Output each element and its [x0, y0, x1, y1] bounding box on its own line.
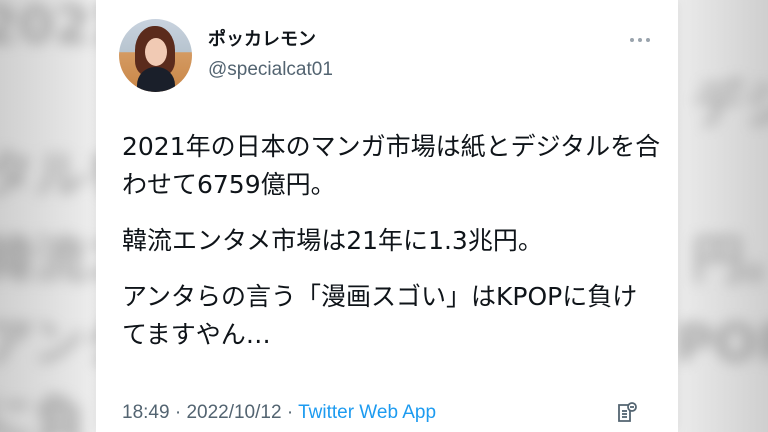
- more-horizontal-icon[interactable]: [628, 34, 652, 46]
- more-dot: [638, 38, 642, 42]
- tweet-text: 2021年の日本のマンガ市場は紙とデジタルを合わせて6759億円。 韓流エンタメ…: [122, 128, 662, 372]
- bg-text-right-3: 円。: [691, 231, 768, 291]
- tweet-paragraph-3: アンタらの言う「漫画スゴい」はKPOPに負けてますやん…: [122, 282, 638, 349]
- tweet-source-link[interactable]: Twitter Web App: [298, 402, 436, 423]
- more-dot: [646, 38, 650, 42]
- tweet-time[interactable]: 18:49: [122, 402, 170, 423]
- avatar[interactable]: [119, 19, 192, 92]
- analytics-icon[interactable]: [615, 401, 639, 425]
- tweet-meta: 18:49 · 2022/10/12 · Twitter Web App: [122, 401, 436, 425]
- user-handle[interactable]: @specialcat01: [208, 60, 333, 79]
- tweet-paragraph-1: 2021年の日本のマンガ市場は紙とデジタルを合わせて6759億円。: [122, 132, 661, 199]
- display-name[interactable]: ポッカレモン: [208, 31, 316, 49]
- bg-text-right-1: デジ: [691, 76, 768, 136]
- tweet-paragraph-2: 韓流エンタメ市場は21年に1.3兆円。: [122, 226, 543, 255]
- meta-separator: ·: [174, 402, 182, 423]
- more-dot: [630, 38, 634, 42]
- avatar-face: [145, 38, 167, 66]
- meta-separator: ·: [286, 402, 294, 423]
- bg-text-left-5: に負: [0, 391, 87, 432]
- bg-text-right-4: POP: [675, 314, 768, 374]
- tweet-date[interactable]: 2022/10/12: [186, 402, 281, 423]
- analytics-icon-svg: [618, 402, 637, 422]
- tweet-card: ポッカレモン @specialcat01 2021年の日本のマンガ市場は紙とデジ…: [96, 0, 678, 432]
